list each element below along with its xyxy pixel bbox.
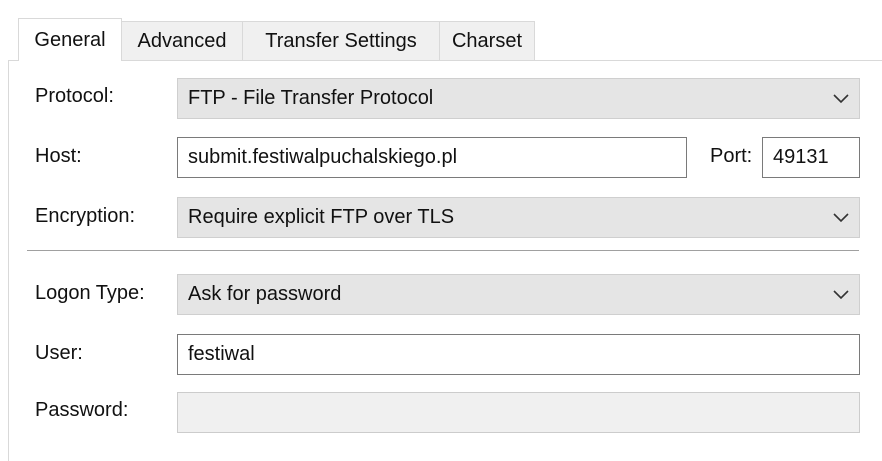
logon-type-select[interactable]: Ask for password xyxy=(177,274,860,315)
port-input[interactable]: 49131 xyxy=(762,137,860,178)
logon-type-label: Logon Type: xyxy=(35,282,145,304)
encryption-value: Require explicit FTP over TLS xyxy=(188,206,455,228)
tab-general[interactable]: General xyxy=(18,18,122,61)
tab-charset[interactable]: Charset xyxy=(439,21,535,61)
logon-type-value: Ask for password xyxy=(188,283,342,305)
password-input[interactable] xyxy=(177,392,860,433)
protocol-value: FTP - File Transfer Protocol xyxy=(188,87,434,109)
chevron-down-icon xyxy=(833,289,849,299)
chevron-down-icon xyxy=(833,212,849,222)
protocol-select[interactable]: FTP - File Transfer Protocol xyxy=(177,78,860,119)
user-label: User: xyxy=(35,342,83,364)
tab-strip: General Advanced Transfer Settings Chars… xyxy=(18,18,535,61)
encryption-select[interactable]: Require explicit FTP over TLS xyxy=(177,197,860,238)
general-tab-panel: Protocol: FTP - File Transfer Protocol H… xyxy=(8,60,882,461)
chevron-down-icon xyxy=(833,93,849,103)
port-label: Port: xyxy=(710,145,753,167)
password-label: Password: xyxy=(35,399,129,421)
protocol-label: Protocol: xyxy=(35,85,114,107)
host-input[interactable]: submit.festiwalpuchalskiego.pl xyxy=(177,137,687,178)
section-divider xyxy=(27,250,859,251)
user-input[interactable]: festiwal xyxy=(177,334,860,375)
tab-advanced[interactable]: Advanced xyxy=(121,21,243,61)
tab-transfer-settings[interactable]: Transfer Settings xyxy=(242,21,440,61)
encryption-label: Encryption: xyxy=(35,205,136,227)
host-label: Host: xyxy=(35,145,82,167)
site-settings-dialog: General Advanced Transfer Settings Chars… xyxy=(0,0,882,461)
